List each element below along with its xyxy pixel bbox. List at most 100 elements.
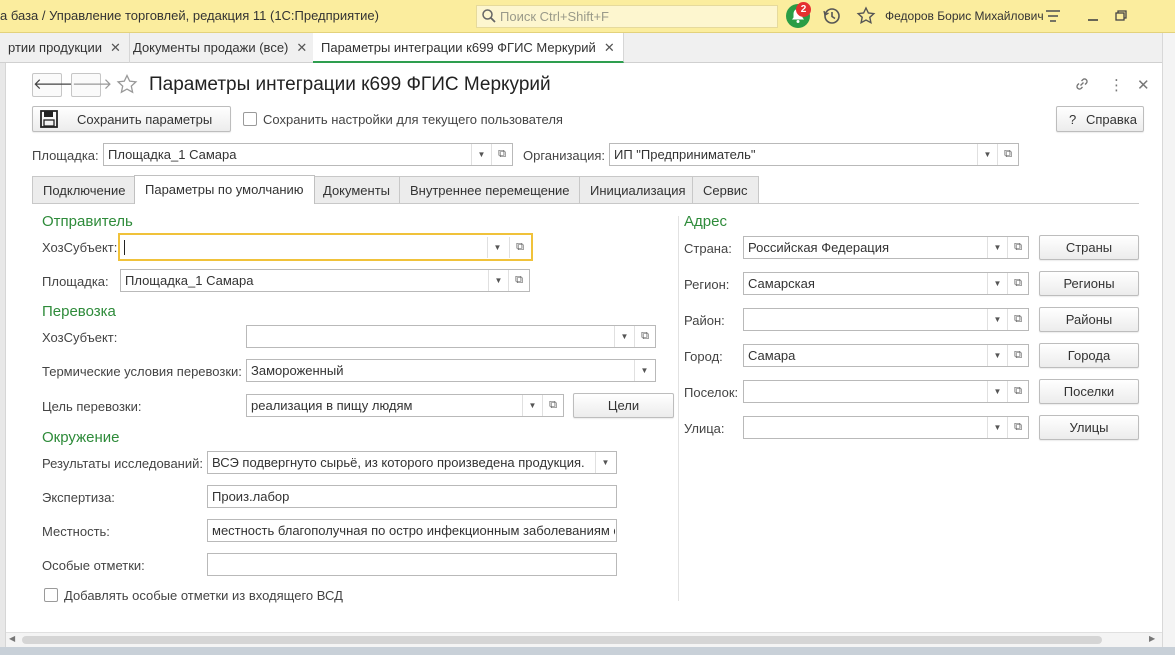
tab-connection[interactable]: Подключение	[32, 176, 137, 204]
save-disk-icon	[40, 110, 58, 128]
open-tab-batches[interactable]: ртии продукции ✕	[0, 33, 130, 63]
sender-site-label: Площадка:	[42, 274, 109, 289]
chevron-down-icon[interactable]: ▼	[471, 144, 491, 165]
notes-field[interactable]	[207, 553, 617, 576]
tab-internal-movement[interactable]: Внутреннее перемещение	[399, 176, 581, 204]
open-icon[interactable]: ⧉	[1007, 381, 1028, 402]
districts-button[interactable]: Районы	[1039, 307, 1139, 332]
open-icon[interactable]: ⧉	[1007, 417, 1028, 438]
chevron-down-icon[interactable]: ▼	[987, 417, 1007, 438]
region-field[interactable]: Самарская ▼ ⧉	[743, 272, 1029, 295]
research-select[interactable]: ВСЭ подвергнуто сырьё, из которого произ…	[207, 451, 617, 474]
open-icon[interactable]: ⧉	[508, 270, 529, 291]
chevron-down-icon[interactable]: ▼	[614, 326, 634, 347]
save-settings-checkbox[interactable]	[243, 112, 257, 126]
main-menu-icon[interactable]	[1042, 5, 1064, 27]
add-notes-label: Добавлять особые отметки из входящего ВС…	[64, 588, 343, 603]
save-parameters-label: Сохранить параметры	[77, 112, 213, 127]
open-icon[interactable]: ⧉	[1007, 309, 1028, 330]
expertise-field[interactable]: Произ.лабор	[207, 485, 617, 508]
chevron-down-icon[interactable]: ▼	[977, 144, 997, 165]
city-field[interactable]: Самара ▼ ⧉	[743, 344, 1029, 367]
back-button[interactable]: 🡐	[32, 73, 73, 97]
chevron-down-icon[interactable]: ▼	[987, 309, 1007, 330]
locality-label: Местность:	[42, 524, 110, 539]
street-field[interactable]: ▼ ⧉	[743, 416, 1029, 439]
arrow-left-icon: 🡐	[33, 76, 74, 93]
help-button[interactable]: ? Справка	[1056, 106, 1144, 132]
open-icon[interactable]: ⧉	[1007, 345, 1028, 366]
vertical-scrollbar[interactable]	[1162, 33, 1175, 655]
favorite-star-icon[interactable]	[115, 73, 139, 97]
district-field[interactable]: ▼ ⧉	[743, 308, 1029, 331]
open-icon[interactable]: ⧉	[997, 144, 1018, 165]
scroll-left-icon[interactable]: ◀	[9, 634, 15, 643]
regions-button[interactable]: Регионы	[1039, 271, 1139, 296]
link-icon[interactable]	[1073, 75, 1091, 93]
chevron-down-icon[interactable]: ▼	[987, 345, 1007, 366]
chevron-down-icon[interactable]: ▼	[634, 360, 654, 381]
tab-default-parameters[interactable]: Параметры по умолчанию	[134, 175, 315, 204]
scrollbar-thumb[interactable]	[22, 636, 1102, 644]
research-label: Результаты исследований:	[42, 456, 203, 471]
open-icon[interactable]: ⧉	[634, 326, 655, 347]
chevron-down-icon[interactable]: ▼	[488, 270, 508, 291]
open-tab-integration-params[interactable]: Параметры интеграции к699 ФГИС Меркурий ✕	[313, 33, 624, 63]
sender-site-field[interactable]: Площадка_1 Самара ▼ ⧉	[120, 269, 530, 292]
close-icon[interactable]: ✕	[110, 40, 121, 55]
add-notes-checkbox[interactable]	[44, 588, 58, 602]
user-name[interactable]: Федоров Борис Михайлович	[885, 9, 1044, 23]
more-actions-icon[interactable]: ⋮	[1109, 76, 1124, 94]
forward-button[interactable]: 🡒	[71, 73, 112, 97]
settlement-label: Поселок:	[684, 385, 739, 400]
settlement-field[interactable]: ▼ ⧉	[743, 380, 1029, 403]
close-form-icon[interactable]: ✕	[1137, 76, 1150, 94]
sender-hoz-field[interactable]: ▼ ⧉	[118, 233, 533, 261]
cities-button[interactable]: Города	[1039, 343, 1139, 368]
purposes-button[interactable]: Цели	[573, 393, 674, 418]
global-search-input[interactable]: Поиск Ctrl+Shift+F	[476, 5, 778, 28]
tab-service[interactable]: Сервис	[692, 176, 759, 204]
transport-hoz-field[interactable]: ▼ ⧉	[246, 325, 656, 348]
organization-field[interactable]: ИП "Предприниматель" ▼ ⧉	[609, 143, 1019, 166]
history-icon[interactable]	[821, 5, 843, 27]
chevron-down-icon[interactable]: ▼	[987, 273, 1007, 294]
expertise-value: Произ.лабор	[212, 489, 290, 504]
chevron-down-icon[interactable]: ▼	[987, 381, 1007, 402]
purpose-field[interactable]: реализация в пищу людям ▼ ⧉	[246, 394, 564, 417]
restore-icon[interactable]	[1110, 5, 1132, 27]
settlements-button[interactable]: Поселки	[1039, 379, 1139, 404]
site-field[interactable]: Площадка_1 Самара ▼ ⧉	[103, 143, 513, 166]
open-icon[interactable]: ⧉	[1007, 273, 1028, 294]
open-icon[interactable]: ⧉	[542, 395, 563, 416]
close-icon[interactable]: ✕	[604, 40, 615, 55]
save-parameters-button[interactable]: Сохранить параметры	[32, 106, 231, 132]
tab-label: Параметры по умолчанию	[145, 182, 304, 197]
close-icon[interactable]: ✕	[296, 40, 307, 55]
locality-field[interactable]: местность благополучная по остро инфекци…	[207, 519, 617, 542]
chevron-down-icon[interactable]: ▼	[487, 237, 507, 258]
chevron-down-icon[interactable]: ▼	[522, 395, 542, 416]
minimize-icon[interactable]	[1082, 5, 1104, 27]
purpose-label: Цель перевозки:	[42, 399, 142, 414]
chevron-down-icon[interactable]: ▼	[595, 452, 615, 473]
country-field[interactable]: Российская Федерация ▼ ⧉	[743, 236, 1029, 259]
country-value: Российская Федерация	[748, 240, 890, 255]
open-icon[interactable]: ⧉	[1007, 237, 1028, 258]
tab-documents[interactable]: Документы	[312, 176, 402, 204]
chevron-down-icon[interactable]: ▼	[987, 237, 1007, 258]
sender-heading: Отправитель	[42, 213, 133, 230]
scroll-right-icon[interactable]: ▶	[1149, 634, 1155, 643]
open-icon[interactable]: ⧉	[509, 237, 530, 258]
country-label: Страна:	[684, 241, 732, 256]
tab-initialization[interactable]: Инициализация	[579, 176, 697, 204]
city-label: Город:	[684, 349, 723, 364]
streets-button[interactable]: Улицы	[1039, 415, 1139, 440]
thermal-select[interactable]: Замороженный ▼	[246, 359, 656, 382]
countries-button[interactable]: Страны	[1039, 235, 1139, 260]
horizontal-scrollbar[interactable]: ◀ ▶	[6, 632, 1162, 647]
title-bar: а база / Управление торговлей, редакция …	[0, 0, 1175, 33]
open-icon[interactable]: ⧉	[491, 144, 512, 165]
open-tab-sales-documents[interactable]: Документы продажи (все) ✕	[125, 33, 317, 63]
favorites-star-icon[interactable]	[855, 5, 877, 27]
